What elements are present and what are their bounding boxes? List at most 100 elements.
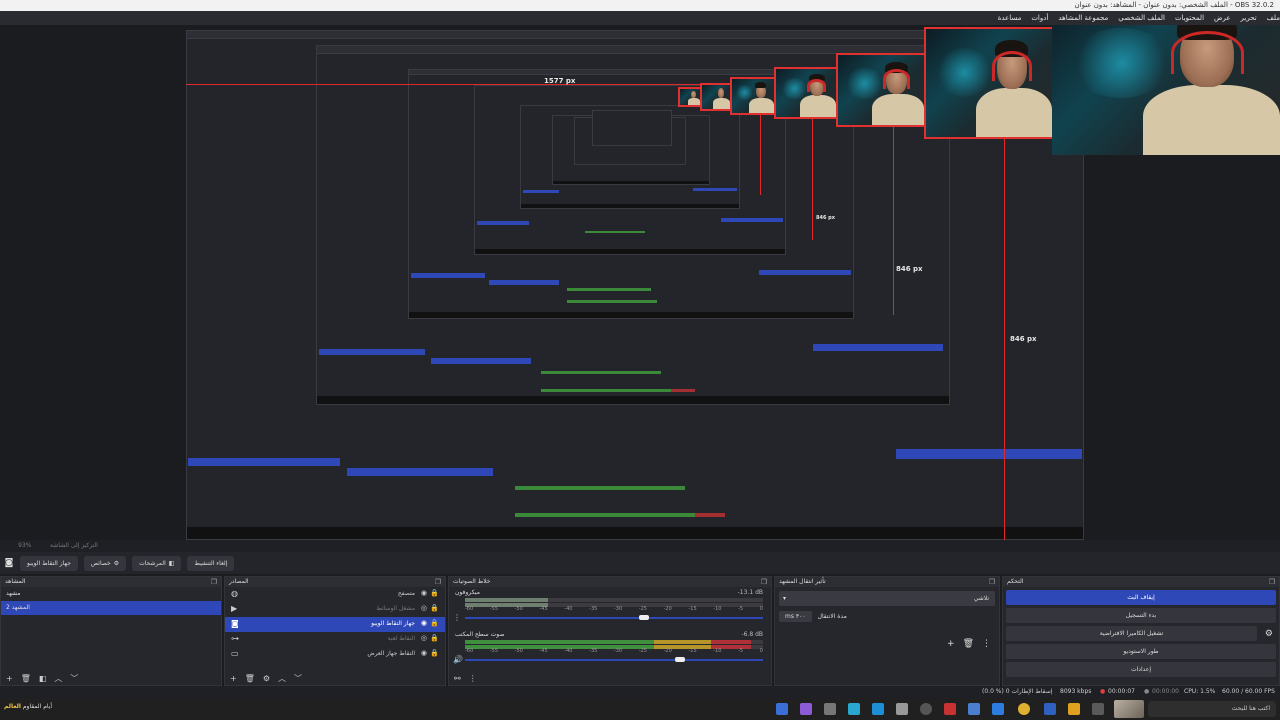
menu-view[interactable]: عرض (1214, 14, 1231, 22)
lock-icon[interactable]: 🔒 (430, 589, 439, 597)
studio-mode-button[interactable]: طور الاستوديو (1006, 644, 1276, 659)
volume-knob[interactable] (674, 657, 685, 662)
menu-edit[interactable]: تحرير (1241, 14, 1257, 22)
controls-dock: التحكم ❐ إيقاف البث بدء التسجيل تشغيل ال… (1002, 576, 1280, 686)
properties-button[interactable]: ⚙ خصائص (83, 555, 127, 571)
meter-tick-label: -40 (564, 606, 573, 612)
eye-off-icon[interactable]: ◎ (421, 634, 427, 642)
volume-icon[interactable]: ⋮ (453, 613, 461, 622)
menu-help[interactable]: مساعدة (998, 14, 1022, 22)
lock-icon[interactable]: 🔒 (430, 619, 439, 627)
app-icon[interactable] (1092, 703, 1104, 715)
gear-icon[interactable]: ⚙ (263, 674, 270, 683)
add-icon[interactable]: + (230, 674, 237, 683)
meter-tick-label: -50 (514, 648, 523, 654)
transition-select[interactable]: تلاشي ▾ (779, 591, 995, 606)
menu-profile[interactable]: الملف الشخصي (1118, 14, 1165, 22)
app-icon[interactable] (896, 703, 908, 715)
start-virtual-camera-button[interactable]: تشغيل الكاميرا الافتراضية (1006, 626, 1257, 641)
fps: 60.00 / 60.00 FPS (1222, 688, 1275, 695)
eye-off-icon[interactable]: ◎ (421, 604, 427, 612)
trash-icon[interactable]: 🗑 (245, 674, 255, 683)
volume-slider[interactable] (465, 657, 763, 662)
meter-tick-label: 0 (759, 606, 763, 612)
app-icon[interactable] (824, 703, 836, 715)
duration-label: مدة الانتقال (817, 613, 847, 620)
menu-scene-collection[interactable]: مجموعة المشاهد (1058, 14, 1108, 22)
chevron-down-icon[interactable]: ﹀ (70, 673, 78, 684)
eye-icon[interactable]: ◉ (421, 619, 427, 627)
nested-obs-window-8 (592, 110, 672, 146)
scene-item[interactable]: مشهد (1, 587, 221, 601)
source-row[interactable]: ⊶ التقاط لعبة ◎ 🔒 (225, 632, 445, 647)
menu-docks[interactable]: المحتويات (1175, 14, 1204, 22)
filter-icon[interactable]: ◧ (39, 674, 47, 683)
more-icon[interactable]: ⋮ (469, 674, 477, 683)
meter-tick-label: -30 (613, 648, 623, 654)
preview-canvas[interactable]: 1577 px 846 px 846 px 846 px (0, 25, 1280, 540)
speaker-icon[interactable]: 🔊 (453, 655, 463, 664)
start-recording-button[interactable]: بدء التسجيل (1006, 608, 1276, 623)
add-icon[interactable]: + (6, 674, 13, 683)
volume-knob[interactable] (638, 615, 649, 620)
trash-icon[interactable]: 🗑 (963, 639, 974, 649)
source-row-selected[interactable]: ◙ جهاز التقاط الويبو ◉ 🔒 (225, 617, 445, 632)
globe-icon: ◍ (231, 589, 238, 598)
app-icon[interactable] (776, 703, 788, 715)
chevron-up-icon[interactable]: ︿ (278, 673, 286, 684)
undock-icon[interactable]: ❐ (989, 577, 995, 587)
source-row[interactable]: ▶ مشغل الوسائط ◎ 🔒 (225, 602, 445, 617)
folder-icon[interactable] (1068, 703, 1080, 715)
menu-tools[interactable]: أدوات (1031, 14, 1048, 22)
zoom-level[interactable]: 93% (18, 542, 31, 549)
volume-slider[interactable] (465, 615, 763, 620)
chrome-icon[interactable] (1018, 703, 1030, 715)
live-dot-icon: ● (1100, 688, 1106, 695)
eye-icon[interactable]: ◉ (421, 649, 427, 657)
add-icon[interactable]: + (947, 639, 955, 649)
app-icon[interactable] (992, 703, 1004, 715)
weather-thumbnail[interactable] (1114, 700, 1144, 718)
source-row[interactable]: ◍ متصفح ◉ 🔒 (225, 587, 445, 602)
lock-icon[interactable]: 🔒 (430, 604, 439, 612)
link-icon[interactable]: ⚯ (454, 674, 461, 683)
obs-icon[interactable] (920, 703, 932, 715)
trash-icon[interactable]: 🗑 (21, 674, 31, 683)
filters-button[interactable]: ◧ المرشحات (132, 555, 182, 571)
chevron-up-icon[interactable]: ︿ (54, 673, 62, 684)
menu-file[interactable]: ملف (1267, 14, 1280, 22)
taskbar-search[interactable]: اكتب هنا للبحث (1148, 701, 1276, 717)
source-name-button[interactable]: جهاز التقاط الويبو (20, 555, 78, 571)
meter-tick-label: -50 (514, 606, 523, 612)
app-icon[interactable] (848, 703, 860, 715)
settings-button[interactable]: إعدادات (1006, 662, 1276, 677)
chevron-down-icon[interactable]: ﹀ (294, 673, 302, 684)
tray-text: أيام المقاوم (22, 703, 53, 710)
scene-item-selected[interactable]: المشهد 2 (1, 601, 221, 615)
meter-tick-label: -10 (713, 606, 722, 612)
app-icon[interactable] (800, 703, 812, 715)
meter-tick-label: -55 (489, 606, 498, 612)
source-row[interactable]: ▭ التقاط جهاز العرض ◉ 🔒 (225, 647, 445, 662)
more-icon[interactable]: ⋮ (982, 639, 991, 649)
undock-icon[interactable]: ❐ (761, 577, 767, 587)
app-icon[interactable] (872, 703, 884, 715)
meter-tick-label: -30 (613, 606, 623, 612)
meter-tick-label: -35 (589, 648, 598, 654)
stop-streaming-button[interactable]: إيقاف البث (1006, 590, 1276, 605)
app-icon[interactable] (944, 703, 956, 715)
app-icon[interactable] (1044, 703, 1056, 715)
app-icon[interactable] (968, 703, 980, 715)
deactivate-button[interactable]: إلغاء التنشيط (187, 555, 235, 571)
gear-icon[interactable]: ⚙ (1265, 629, 1273, 639)
system-tray[interactable]: أيام المقاوم العالم (4, 703, 52, 710)
lock-icon[interactable]: 🔒 (430, 649, 439, 657)
undock-icon[interactable]: ❐ (1269, 577, 1275, 587)
undock-icon[interactable]: ❐ (211, 577, 217, 587)
undock-icon[interactable]: ❐ (435, 577, 441, 587)
eye-icon[interactable]: ◉ (421, 589, 427, 597)
mixer-db-readout: -13.1 dB (737, 589, 763, 596)
lock-icon[interactable]: 🔒 (430, 634, 439, 642)
duration-input[interactable]: ٣٠٠ ms (779, 611, 812, 622)
cpu-usage: CPU: 1.5% (1184, 688, 1216, 695)
